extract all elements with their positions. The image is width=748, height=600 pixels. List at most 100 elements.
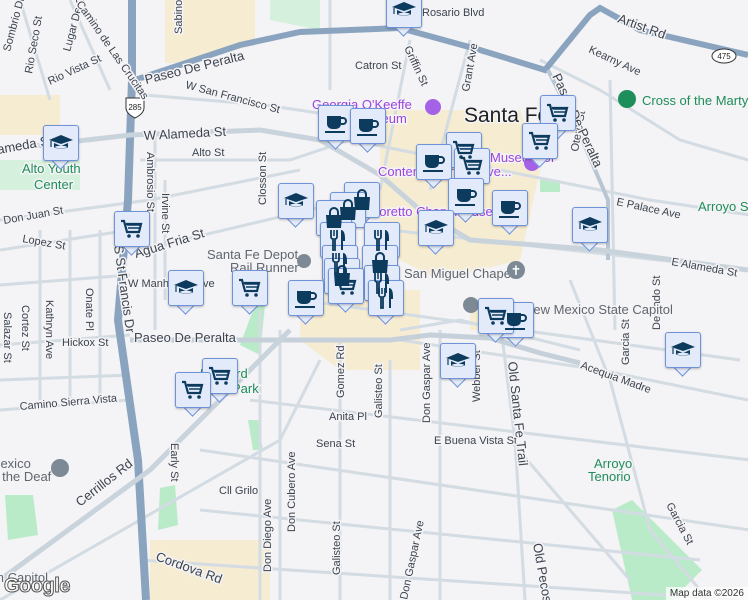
svg-text:Kathryn Ave: Kathryn Ave bbox=[43, 300, 55, 359]
svg-text:Lopez St: Lopez St bbox=[21, 233, 66, 252]
coffee-marker[interactable] bbox=[318, 105, 354, 151]
school-marker[interactable] bbox=[386, 0, 422, 38]
svg-text:Don Gaspar Ave: Don Gaspar Ave bbox=[421, 342, 433, 423]
svg-text:Cross of the Martyrs: Cross of the Martyrs bbox=[642, 93, 748, 108]
school-marker[interactable] bbox=[418, 210, 454, 256]
coffee-icon bbox=[355, 113, 381, 139]
svg-text:Cll Grilo: Cll Grilo bbox=[219, 485, 258, 497]
svg-text:Closson St: Closson St bbox=[257, 152, 269, 205]
marker-box bbox=[168, 270, 204, 306]
svg-text:Alto St: Alto St bbox=[192, 147, 224, 159]
svg-text:E Alameda St: E Alameda St bbox=[670, 256, 738, 279]
coffee-marker[interactable] bbox=[492, 190, 528, 236]
google-logo: Google bbox=[4, 575, 71, 598]
museum-icon bbox=[425, 99, 441, 115]
marker-box bbox=[492, 190, 528, 226]
svg-text:Onate Pl: Onate Pl bbox=[83, 288, 95, 331]
svg-text:Ambrosio St: Ambrosio St bbox=[144, 152, 156, 212]
marker-box bbox=[665, 332, 701, 368]
marker-box bbox=[440, 343, 476, 379]
coffee-marker[interactable] bbox=[416, 144, 452, 190]
coffee-icon bbox=[421, 149, 447, 175]
school-marker[interactable] bbox=[440, 343, 476, 389]
grocery-marker[interactable] bbox=[114, 211, 150, 257]
grocery-icon bbox=[333, 273, 359, 299]
map-attribution[interactable]: Map data ©2026 bbox=[665, 587, 748, 600]
svg-text:Don Diego Ave: Don Diego Ave bbox=[262, 499, 274, 572]
school-marker[interactable] bbox=[278, 183, 314, 229]
svg-text:E Buena Vista St: E Buena Vista St bbox=[434, 435, 517, 447]
svg-text:San Miguel Chapel: San Miguel Chapel bbox=[404, 266, 514, 281]
school-marker[interactable] bbox=[43, 125, 79, 171]
grocery-marker[interactable] bbox=[522, 123, 558, 169]
school-icon bbox=[670, 337, 696, 363]
svg-text:Early St: Early St bbox=[168, 443, 180, 482]
restaurant-marker[interactable] bbox=[368, 280, 404, 326]
svg-text:✝: ✝ bbox=[511, 263, 522, 278]
svg-text:Rosario Blvd: Rosario Blvd bbox=[422, 7, 484, 19]
marker-box bbox=[540, 95, 576, 131]
grocery-icon bbox=[180, 377, 206, 403]
grocery-icon bbox=[459, 153, 485, 179]
svg-text:Arroyo Sainz: Arroyo Sainz bbox=[698, 199, 748, 214]
marker-box bbox=[175, 372, 211, 408]
grocery-icon bbox=[119, 216, 145, 242]
marker-box bbox=[114, 211, 150, 247]
svg-text:Catron St: Catron St bbox=[355, 60, 401, 72]
svg-text:Galisteo St: Galisteo St bbox=[373, 364, 385, 418]
grocery-icon bbox=[527, 128, 553, 154]
nm-475-shield: 475 bbox=[711, 48, 737, 64]
school-marker[interactable] bbox=[572, 207, 608, 253]
svg-text:Camino de Las Crucitas: Camino de Las Crucitas bbox=[74, 0, 151, 102]
marker-box bbox=[328, 268, 364, 304]
restaurant-icon bbox=[373, 285, 399, 311]
marker-box bbox=[350, 108, 386, 144]
svg-text:Hickox St: Hickox St bbox=[62, 337, 108, 349]
svg-text:475: 475 bbox=[717, 52, 731, 61]
marker-box bbox=[478, 298, 514, 334]
school-icon bbox=[173, 275, 199, 301]
marker-box bbox=[572, 207, 608, 243]
school-marker[interactable] bbox=[168, 270, 204, 316]
svg-text:Center: Center bbox=[34, 177, 74, 192]
marker-box bbox=[368, 280, 404, 316]
grocery-icon bbox=[237, 275, 263, 301]
school-marker[interactable] bbox=[665, 332, 701, 378]
marker-box bbox=[202, 358, 238, 394]
train-icon bbox=[297, 254, 311, 268]
svg-text:Don Juan St: Don Juan St bbox=[2, 205, 64, 227]
coffee-icon bbox=[453, 183, 479, 209]
grocery-icon bbox=[483, 303, 509, 329]
school-icon bbox=[391, 0, 417, 23]
park-icon bbox=[618, 90, 636, 108]
grocery-marker[interactable] bbox=[232, 270, 268, 316]
grocery-marker[interactable] bbox=[478, 298, 514, 344]
marker-box bbox=[288, 280, 324, 316]
svg-text:W Alameda St: W Alameda St bbox=[143, 124, 226, 143]
svg-text:Rio Vista St: Rio Vista St bbox=[46, 53, 103, 88]
svg-text:Kearny Ave: Kearny Ave bbox=[587, 44, 643, 79]
school-icon bbox=[445, 348, 471, 374]
svg-text:Sombrio Dr: Sombrio Dr bbox=[1, 0, 27, 53]
svg-text:Old Pecos: Old Pecos bbox=[530, 542, 555, 600]
grocery-icon bbox=[207, 363, 233, 389]
svg-text:Salazar St: Salazar St bbox=[1, 312, 13, 363]
school-icon bbox=[283, 188, 309, 214]
grocery-marker[interactable] bbox=[328, 268, 364, 314]
coffee-marker[interactable] bbox=[288, 280, 324, 326]
marker-box bbox=[416, 144, 452, 180]
coffee-marker[interactable] bbox=[350, 108, 386, 154]
svg-text:Tenorio: Tenorio bbox=[588, 469, 631, 484]
svg-text:Sena St: Sena St bbox=[316, 438, 355, 450]
coffee-icon bbox=[293, 285, 319, 311]
marker-box bbox=[318, 105, 354, 141]
svg-text:Irvine St: Irvine St bbox=[159, 193, 171, 233]
marker-box bbox=[278, 183, 314, 219]
svg-text:285: 285 bbox=[128, 103, 142, 112]
grocery-marker[interactable] bbox=[175, 372, 211, 418]
school-poi-icon bbox=[51, 459, 69, 477]
svg-text:Don Cubero Ave: Don Cubero Ave bbox=[286, 451, 298, 532]
svg-text:W San Francisco St: W San Francisco St bbox=[184, 79, 281, 116]
svg-text:Cortez St: Cortez St bbox=[19, 305, 31, 351]
svg-text:Sabino: Sabino bbox=[173, 0, 185, 34]
